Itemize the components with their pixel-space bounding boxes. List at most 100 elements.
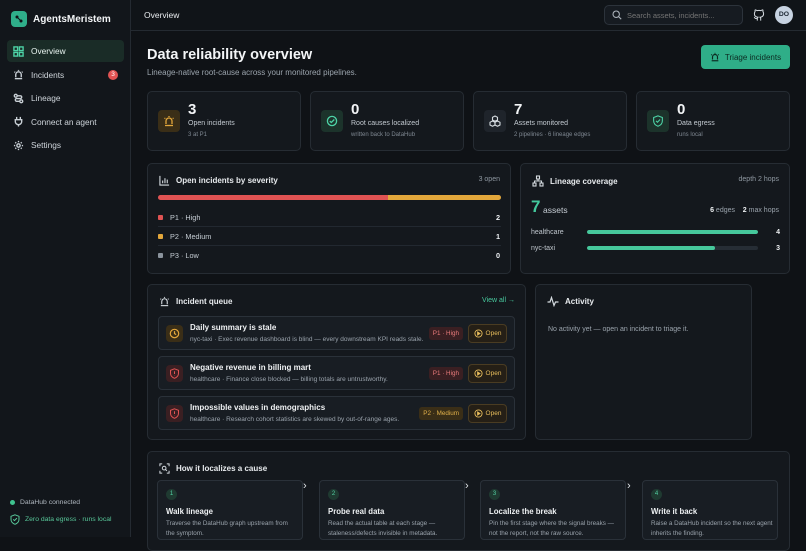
step-card-walk-lineage: 1 Walk lineage Traverse the DataHub grap…	[157, 480, 303, 540]
step-card-localize: 3 Localize the break Pin the first stage…	[480, 480, 626, 540]
stat-label: Root causes localized	[351, 120, 420, 127]
coverage-card-header: Lineage coverage	[532, 175, 618, 187]
search-box[interactable]	[604, 5, 743, 25]
github-icon[interactable]	[753, 9, 765, 22]
shield-alert-icon	[166, 365, 183, 382]
severity-card: Open incidents by severity 3 open P1 · H…	[147, 163, 511, 274]
incident-description: nyc-taxi · Exec revenue dashboard is bli…	[190, 336, 424, 343]
stat-label: Data egress	[677, 120, 715, 127]
route-icon	[13, 93, 24, 104]
coverage-hops-label: max hops	[748, 207, 779, 214]
open-incident-button[interactable]: Open	[468, 324, 507, 343]
incident-title: Impossible values in demographics	[190, 403, 326, 412]
topbar: Overview DO	[131, 0, 806, 31]
sidebar-item-label: Lineage	[31, 93, 61, 104]
sidebar-item-lineage[interactable]: Lineage	[7, 87, 124, 109]
severity-count: 1	[495, 231, 500, 241]
step-description: Pin the first stage where the signal bre…	[489, 520, 614, 537]
sidebar-item-label: Overview	[31, 46, 66, 56]
activity-card: Activity No activity yet — open an incid…	[535, 284, 752, 440]
step-title: Localize the break	[489, 507, 557, 516]
open-label: Open	[485, 330, 502, 337]
sidebar-item-settings[interactable]: Settings	[7, 134, 124, 156]
coverage-row-value: 4	[776, 228, 780, 236]
severity-bar	[158, 195, 501, 200]
sidebar-item-label: Settings	[31, 140, 61, 151]
gear-icon	[13, 140, 24, 150]
clock-icon	[166, 325, 183, 342]
incident-row[interactable]: Negative revenue in billing mart healthc…	[158, 356, 515, 390]
siren-icon	[710, 52, 720, 62]
incident-description: healthcare · Finance close blocked — bil…	[190, 376, 388, 383]
coverage-depth: depth 2 hops	[738, 176, 779, 183]
severity-swatch	[158, 214, 163, 220]
how-card-title: How it localizes a cause	[176, 464, 268, 473]
brand[interactable]: AgentsMeristem	[11, 11, 111, 27]
incident-row[interactable]: Impossible values in demographics health…	[158, 396, 515, 430]
shield-check-icon	[647, 110, 669, 132]
stat-card-open-incidents: 3 Open incidents 3 at P1	[147, 91, 301, 151]
bar-chart-icon	[159, 175, 170, 186]
egress-status-label: Zero data egress · runs local	[25, 516, 112, 523]
stat-card-root-causes: 0 Root causes localized written back to …	[310, 91, 464, 151]
stat-sub: 3 at P1	[188, 132, 208, 138]
how-card-header: How it localizes a cause	[159, 463, 267, 474]
coverage-edges-label: edges	[715, 207, 735, 214]
scan-search-icon	[159, 463, 170, 474]
datahub-status: DataHub connected	[10, 499, 112, 506]
sidebar-item-label: Incidents	[31, 69, 65, 80]
coverage-track	[587, 246, 758, 250]
severity-badge: P1 · High	[428, 367, 463, 380]
incident-title: Negative revenue in billing mart	[190, 363, 311, 372]
brand-name: AgentsMeristem	[33, 13, 111, 25]
step-number: 3	[489, 489, 500, 500]
stat-sub: 2 pipelines · 6 lineage edges	[514, 132, 591, 138]
step-card-write-back: 4 Write it back Raise a DataHub incident…	[642, 480, 778, 540]
siren-icon	[13, 70, 24, 80]
sidebar-item-incidents[interactable]: Incidents 3	[7, 64, 124, 86]
boxes-icon	[484, 110, 506, 132]
open-incident-button[interactable]: Open	[468, 364, 507, 383]
severity-card-title: Open incidents by severity	[176, 176, 278, 185]
open-label: Open	[485, 410, 502, 417]
coverage-assets-unit: assets	[543, 205, 568, 215]
severity-row-p1: P1 · High 2	[158, 208, 501, 227]
incident-title: Daily summary is stale	[190, 323, 277, 332]
stat-value: 3	[188, 101, 197, 118]
severity-badge: P1 · High	[428, 327, 463, 340]
avatar[interactable]: DO	[775, 6, 793, 24]
incident-row[interactable]: Daily summary is stale nyc-taxi · Exec r…	[158, 316, 515, 350]
incident-queue-card: Incident queue View all → Daily summary …	[147, 284, 526, 440]
sidebar-item-overview[interactable]: Overview	[7, 40, 124, 62]
coverage-row-nyc-taxi: nyc-taxi 3	[531, 243, 780, 253]
stat-value: 0	[677, 101, 686, 118]
open-incident-button[interactable]: Open	[468, 404, 507, 423]
pulse-icon	[547, 296, 559, 307]
play-circle-icon	[473, 329, 483, 338]
stat-value: 7	[514, 101, 523, 118]
sidebar-footer: DataHub connected Zero data egress · run…	[10, 499, 112, 525]
search-input[interactable]	[627, 10, 737, 20]
severity-label: P3 · Low	[170, 251, 199, 260]
play-circle-icon	[473, 409, 483, 418]
severity-label: P2 · Medium	[170, 231, 212, 241]
datahub-status-label: DataHub connected	[20, 499, 81, 506]
step-title: Walk lineage	[166, 507, 213, 516]
sidebar-item-connect-agent[interactable]: Connect an agent	[7, 111, 124, 133]
shield-check-icon	[10, 514, 20, 525]
step-description: Raise a DataHub incident so the next age…	[651, 520, 773, 537]
status-dot-icon	[10, 500, 15, 505]
triage-incidents-button[interactable]: Triage incidents	[701, 45, 790, 69]
stat-card-egress: 0 Data egress runs local	[636, 91, 790, 151]
triage-incidents-label: Triage incidents	[724, 52, 782, 62]
page-title: Data reliability overview	[147, 47, 313, 63]
severity-count: 0	[495, 251, 500, 260]
view-all-link[interactable]: View all →	[482, 297, 515, 304]
coverage-card-title: Lineage coverage	[550, 176, 618, 186]
activity-card-header: Activity	[547, 296, 594, 307]
severity-row-p2: P2 · Medium 1	[158, 227, 501, 246]
stat-sub: runs local	[677, 132, 703, 138]
step-title: Probe real data	[328, 507, 385, 516]
coverage-row-value: 3	[776, 244, 780, 252]
coverage-row-name: healthcare	[531, 228, 564, 236]
